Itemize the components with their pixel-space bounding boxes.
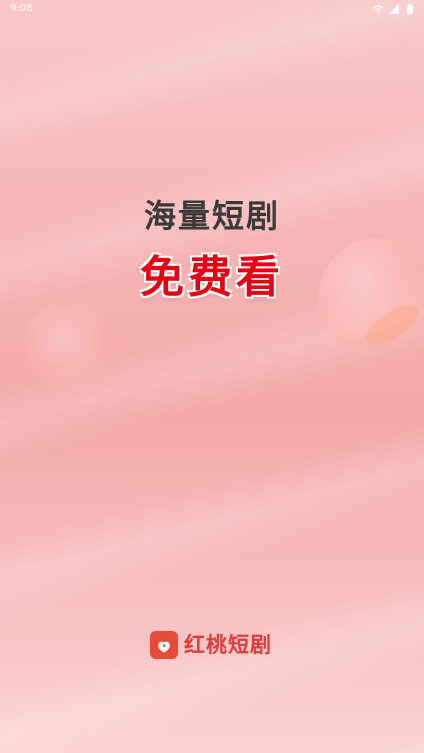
wifi-icon <box>372 3 384 15</box>
decorative-peach-blob <box>24 300 114 390</box>
status-icons <box>372 3 416 15</box>
splash-headline: 海量短剧 <box>143 197 280 235</box>
brand-name: 红桃短剧 <box>184 633 272 657</box>
status-bar: 9:08 <box>0 0 424 18</box>
status-time: 9:08 <box>10 3 33 14</box>
battery-icon <box>404 3 416 15</box>
peach-play-icon <box>150 631 178 659</box>
signal-icon <box>388 3 400 15</box>
brand-footer: 红桃短剧 <box>150 628 272 662</box>
splash-highlight: 免费看 <box>140 252 284 303</box>
splash-screen: 9:08 海量短剧 免费看 红桃短剧 <box>0 0 424 753</box>
